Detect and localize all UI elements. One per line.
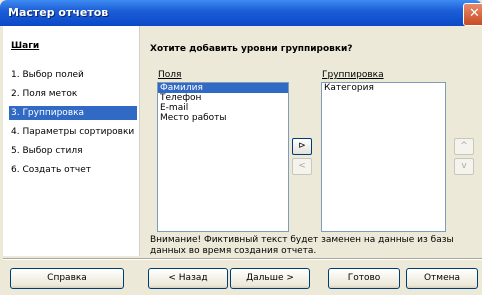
- step-select-fields[interactable]: 1. Выбор полей: [9, 68, 137, 82]
- dummy-data-notice: Внимание! Фиктивный текст будет заменен …: [150, 235, 454, 256]
- arrow-down-icon: v: [461, 161, 467, 171]
- back-button[interactable]: < Назад: [148, 268, 228, 289]
- step-grouping[interactable]: 3. Группировка: [9, 106, 137, 120]
- close-button[interactable]: ✕: [463, 3, 482, 26]
- field-item[interactable]: Телефон: [158, 93, 288, 103]
- title-bar: Мастер отчетов ✕: [0, 0, 482, 26]
- grouping-item[interactable]: Категория: [322, 83, 445, 93]
- grouping-listbox[interactable]: Категория: [321, 82, 446, 232]
- window-title: Мастер отчетов: [8, 6, 109, 19]
- page-question: Хотите добавить уровни группировки?: [150, 44, 353, 54]
- remove-group-button[interactable]: <: [292, 158, 312, 175]
- arrow-left-icon: <: [298, 161, 306, 171]
- grouping-label: Группировка: [322, 70, 384, 80]
- steps-panel: Шаги 1. Выбор полей 2. Поля меток 3. Гру…: [3, 26, 140, 256]
- fields-label: Поля: [158, 70, 182, 80]
- button-separator: [3, 258, 482, 260]
- step-label-fields[interactable]: 2. Поля меток: [9, 87, 137, 101]
- move-down-button[interactable]: v: [454, 158, 474, 175]
- move-up-button[interactable]: ^: [454, 138, 474, 155]
- step-create-report[interactable]: 6. Создать отчет: [9, 163, 137, 177]
- next-button[interactable]: Дальше >: [230, 268, 310, 289]
- field-item[interactable]: Фамилия: [158, 83, 288, 93]
- add-group-button[interactable]: ⊳: [292, 138, 312, 155]
- fields-listbox[interactable]: Фамилия Телефон E-mail Место работы: [157, 82, 289, 232]
- help-button[interactable]: Справка: [10, 268, 124, 289]
- field-item[interactable]: Место работы: [158, 113, 288, 123]
- steps-title: Шаги: [11, 41, 40, 51]
- field-item[interactable]: E-mail: [158, 103, 288, 113]
- arrow-right-icon: ⊳: [298, 141, 306, 151]
- step-choose-style[interactable]: 5. Выбор стиля: [9, 144, 137, 158]
- finish-button[interactable]: Готово: [328, 268, 400, 289]
- step-sort-options[interactable]: 4. Параметры сортировки: [9, 125, 137, 139]
- cancel-button[interactable]: Отмена: [406, 268, 478, 289]
- arrow-up-icon: ^: [460, 141, 468, 151]
